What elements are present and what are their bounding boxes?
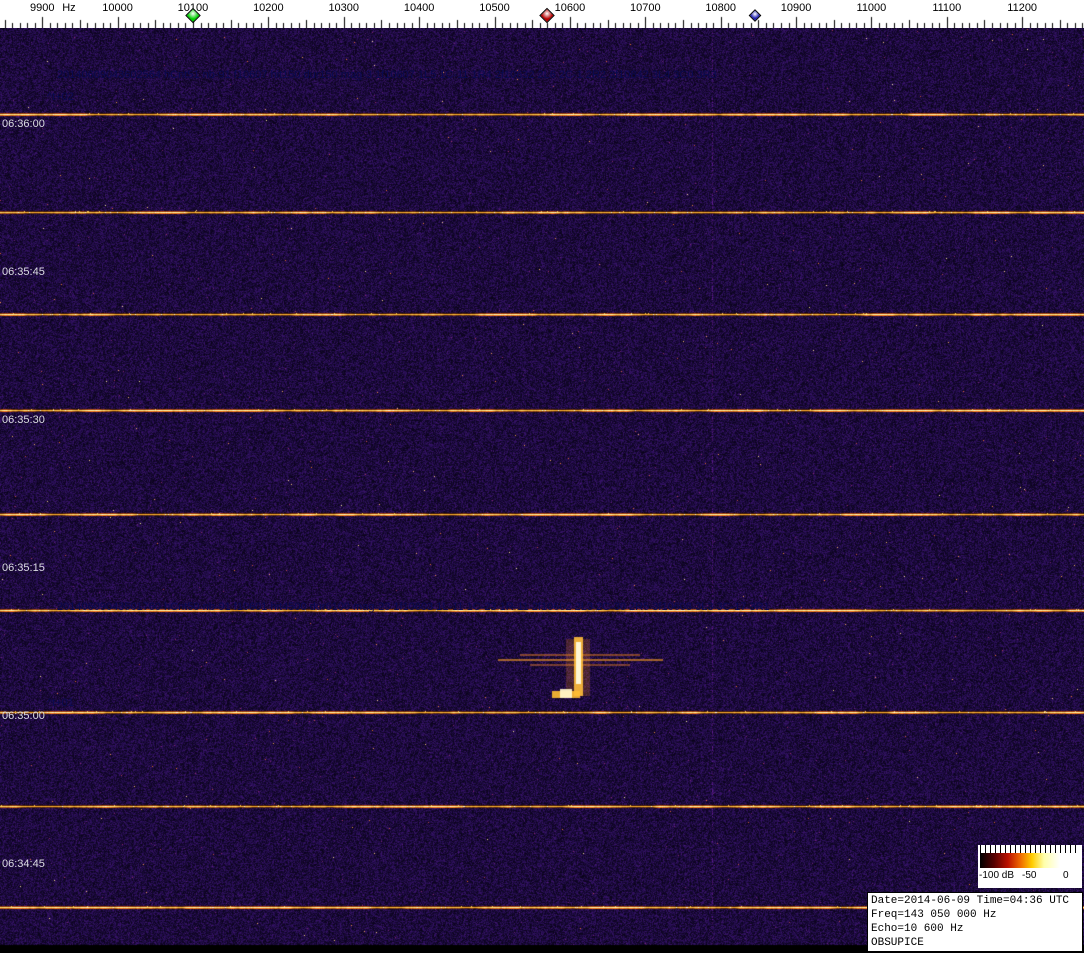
spectrogram-canvas xyxy=(0,28,1084,953)
freq-tick-label: 10200 xyxy=(253,2,284,14)
frequency-ruler: 9900100001010010200103001040010500106001… xyxy=(0,0,1084,28)
freq-tick-label: 10600 xyxy=(555,2,586,14)
freq-tick-label: 10500 xyxy=(479,2,510,14)
meteor-spectrogram-app: 9900100001010010200103001040010500106001… xyxy=(0,0,1084,953)
freq-tick-label: 10400 xyxy=(404,2,435,14)
info-line: OBSUPICE xyxy=(871,936,1079,950)
info-box: Date=2014-06-09 Time=04:36 UTC Freq=143 0… xyxy=(867,892,1083,952)
freq-tick-label: 10000 xyxy=(102,2,133,14)
colorbar-labels: -100 dB -50 0 xyxy=(978,868,1082,884)
colorbar: -100 dB -50 0 xyxy=(978,845,1082,888)
info-line: Date=2014-06-09 Time=04:36 UTC xyxy=(871,894,1079,908)
freq-tick-label: 10700 xyxy=(630,2,661,14)
frequency-unit-label: Hz xyxy=(62,2,75,14)
freq-tick-label: 11100 xyxy=(932,2,961,14)
freq-tick-label: 11200 xyxy=(1007,2,1037,14)
colorbar-label: -50 xyxy=(1022,870,1036,881)
freq-tick-label: 11000 xyxy=(857,2,887,14)
info-line: Echo=10 600 Hz xyxy=(871,922,1079,936)
freq-tick-label: 10800 xyxy=(705,2,736,14)
freq-tick-label: 10300 xyxy=(328,2,359,14)
freq-tick-label: 10900 xyxy=(781,2,812,14)
info-line: Freq=143 050 000 Hz xyxy=(871,908,1079,922)
colorbar-label: 0 xyxy=(1063,870,1069,881)
colorbar-label: -100 dB xyxy=(979,870,1014,881)
colorbar-ticks xyxy=(980,845,1080,853)
colorbar-gradient xyxy=(980,853,1080,868)
freq-tick-label: 9900 xyxy=(30,2,54,14)
